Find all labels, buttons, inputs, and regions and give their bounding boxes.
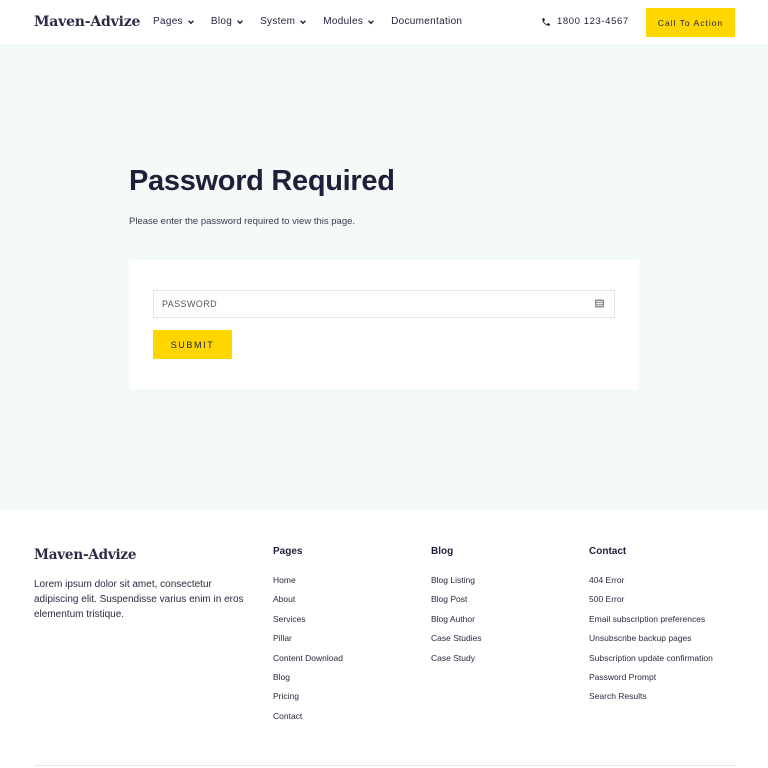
chevron-down-icon <box>300 19 307 24</box>
nav-item-label: Pages <box>153 16 183 27</box>
footer-link[interactable]: Home <box>273 575 343 594</box>
footer-column-title: Pages <box>273 546 303 557</box>
footer-link[interactable]: Content Download <box>273 653 343 672</box>
footer-link[interactable]: Subscription update confirmation <box>589 653 713 672</box>
nav-item-label: Documentation <box>391 16 463 27</box>
phone-number: 1800 123-4567 <box>557 16 629 27</box>
footer-link[interactable]: Case Study <box>431 653 482 672</box>
footer-link[interactable]: Blog <box>273 672 343 691</box>
phone-link[interactable]: 1800 123-4567 <box>541 16 629 27</box>
nav-item-pages[interactable]: Pages <box>153 16 195 27</box>
footer-link-list: 404 Error 500 Error Email subscription p… <box>589 575 713 711</box>
footer-link[interactable]: Unsubscribe backup pages <box>589 633 713 652</box>
password-field[interactable] <box>153 290 615 318</box>
footer-link[interactable]: About <box>273 594 343 613</box>
password-input[interactable] <box>162 299 562 309</box>
site-header: Maven-Advize Pages Blog System Modules D… <box>0 0 768 44</box>
keyboard-icon <box>595 299 604 308</box>
footer-link[interactable]: Case Studies <box>431 633 482 652</box>
footer-link[interactable]: Search Results <box>589 691 713 710</box>
nav-item-blog[interactable]: Blog <box>211 16 244 27</box>
footer-link[interactable]: Services <box>273 614 343 633</box>
footer-description: Lorem ipsum dolor sit amet, consectetur … <box>34 579 244 620</box>
footer-link[interactable]: Pillar <box>273 633 343 652</box>
nav-item-label: Modules <box>323 16 364 27</box>
footer-logo[interactable]: Maven-Advize <box>34 547 136 563</box>
password-form-card: SUBMIT <box>129 260 639 389</box>
logo[interactable]: Maven-Advize <box>34 14 140 30</box>
call-to-action-button[interactable]: Call To Action <box>646 8 735 37</box>
footer-link[interactable]: 404 Error <box>589 575 713 594</box>
footer-link[interactable]: Pricing <box>273 691 343 710</box>
footer-link[interactable]: Blog Post <box>431 594 482 613</box>
site-footer: Maven-Advize Lorem ipsum dolor sit amet,… <box>0 510 768 768</box>
main-nav: Pages Blog System Modules Documentation <box>153 16 478 27</box>
footer-link[interactable]: Blog Listing <box>431 575 482 594</box>
footer-column-title: Blog <box>431 546 454 557</box>
nav-item-documentation[interactable]: Documentation <box>391 16 462 27</box>
nav-item-modules[interactable]: Modules <box>323 16 375 27</box>
page-title: Password Required <box>129 165 395 197</box>
password-section: Password Required Please enter the passw… <box>0 44 768 510</box>
footer-divider <box>34 765 735 766</box>
footer-link[interactable]: Contact <box>273 711 343 730</box>
nav-item-system[interactable]: System <box>260 16 307 27</box>
footer-column-blog: Blog Blog Listing Blog Post Blog Author … <box>431 546 482 672</box>
footer-link[interactable]: Password Prompt <box>589 672 713 691</box>
nav-item-label: Blog <box>210 16 233 27</box>
footer-link[interactable]: Email subscription preferences <box>589 614 713 633</box>
chevron-down-icon <box>368 19 375 24</box>
chevron-down-icon <box>187 19 194 24</box>
nav-item-label: System <box>260 16 296 27</box>
chevron-down-icon <box>237 19 243 24</box>
page-description: Please enter the password required to vi… <box>129 216 356 227</box>
footer-column-title: Contact <box>589 546 627 557</box>
footer-column-pages: Pages Home About Services Pillar Content… <box>273 546 343 730</box>
footer-link[interactable]: 500 Error <box>589 594 713 613</box>
phone-icon <box>542 17 550 26</box>
footer-column-contact: Contact 404 Error 500 Error Email subscr… <box>589 546 713 711</box>
footer-link-list: Home About Services Pillar Content Downl… <box>273 575 343 730</box>
footer-link[interactable]: Blog Author <box>431 614 482 633</box>
footer-link-list: Blog Listing Blog Post Blog Author Case … <box>431 575 482 672</box>
submit-button[interactable]: SUBMIT <box>153 330 232 359</box>
